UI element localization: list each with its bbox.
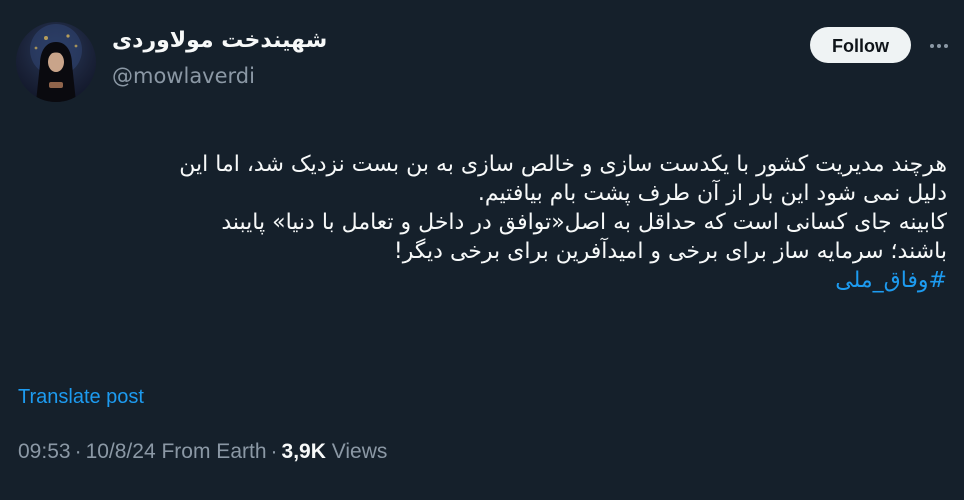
follow-button[interactable]: Follow [810, 27, 911, 63]
post-text-line: باشند؛ سرمایه ساز برای برخی و امیدآفرین … [393, 239, 947, 264]
post-text-line: هرچند مدیریت کشور با یکدست سازی و خالص س… [179, 152, 947, 177]
avatar[interactable] [16, 22, 96, 102]
views-count[interactable]: 3,9K [282, 440, 326, 463]
hashtag-link[interactable]: #وفاق_ملی [835, 268, 947, 293]
post-card: شهیندخت مولاوردی @mowlaverdi Follow هرچن… [0, 0, 964, 500]
post-text-line: دلیل نمی شود این بار از آن طرف پشت بام ب… [477, 181, 947, 206]
post-source: From Earth [161, 440, 267, 463]
post-date[interactable]: 10/8/24 [86, 440, 156, 463]
author-display-name[interactable]: شهیندخت مولاوردی [112, 28, 327, 53]
meta-separator: · [74, 440, 82, 463]
author-handle[interactable]: @mowlaverdi [112, 64, 255, 88]
post-text: هرچند مدیریت کشور با یکدست سازی و خالص س… [16, 150, 947, 295]
more-horizontal-icon [930, 44, 948, 48]
post-time[interactable]: 09:53 [18, 440, 71, 463]
meta-separator: · [270, 440, 278, 463]
translate-post-link[interactable]: Translate post [18, 386, 144, 409]
views-label: Views [331, 440, 388, 463]
post-meta: 09:53 · 10/8/24 From Earth · 3,9K Views [18, 440, 387, 464]
post-text-line: کابینه جای کسانی است که حداقل به اصل«توا… [221, 210, 947, 235]
avatar-image [30, 24, 82, 102]
more-options-button[interactable] [924, 31, 954, 61]
